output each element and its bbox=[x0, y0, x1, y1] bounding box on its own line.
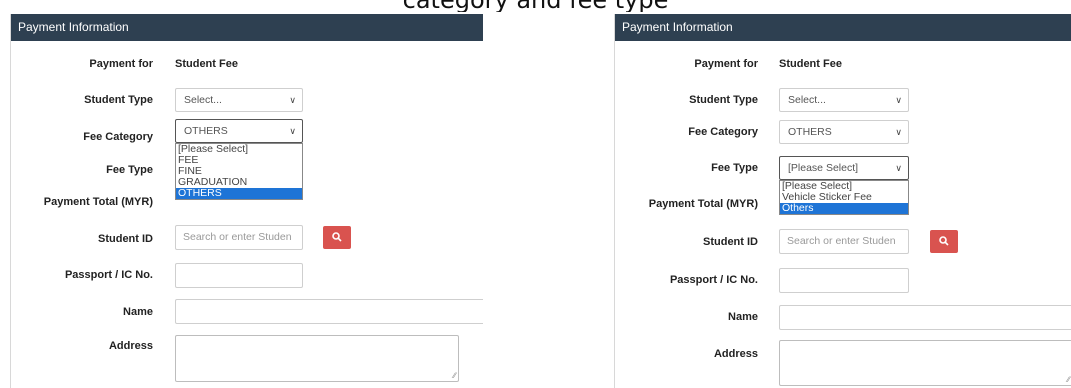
passport-input[interactable] bbox=[779, 268, 909, 293]
passport-input[interactable] bbox=[175, 263, 303, 288]
name-input[interactable] bbox=[779, 305, 1071, 330]
fee-category-select[interactable]: OTHERS ∨ bbox=[175, 119, 303, 143]
fee-category-label: Fee Category bbox=[688, 126, 758, 138]
student-type-label: Student Type bbox=[84, 94, 153, 106]
chevron-down-icon: ∨ bbox=[289, 95, 296, 105]
payment-for-value: Student Fee bbox=[779, 58, 842, 70]
fee-category-value: OTHERS bbox=[184, 125, 228, 137]
fee-type-value: [Please Select] bbox=[788, 162, 859, 174]
search-button[interactable] bbox=[323, 226, 351, 249]
fee-category-label: Fee Category bbox=[83, 131, 153, 143]
student-id-label: Student ID bbox=[703, 236, 758, 248]
name-label: Name bbox=[123, 306, 153, 318]
search-icon bbox=[332, 232, 342, 242]
passport-label: Passport / IC No. bbox=[669, 274, 758, 286]
fee-type-select[interactable]: [Please Select] ∨ bbox=[779, 156, 909, 180]
payment-for-label: Payment for bbox=[694, 58, 758, 70]
student-type-select[interactable]: Select... ∨ bbox=[175, 88, 303, 112]
payment-panel-left: Payment Information Payment for Student … bbox=[10, 14, 483, 388]
chevron-down-icon: ∨ bbox=[289, 126, 296, 136]
address-textarea[interactable]: ∕∕ bbox=[175, 335, 459, 382]
payment-panel-right: Payment Information Payment for Student … bbox=[614, 14, 1071, 388]
dropdown-option[interactable]: OTHERS bbox=[176, 188, 302, 199]
student-type-select[interactable]: Select... ∨ bbox=[779, 88, 909, 112]
passport-label: Passport / IC No. bbox=[64, 269, 153, 281]
student-id-input[interactable]: Search or enter Studen bbox=[175, 225, 303, 250]
caption-strip: category and fee type bbox=[0, 0, 1071, 12]
student-type-label: Student Type bbox=[689, 94, 758, 106]
resize-handle-icon[interactable]: ∕∕ bbox=[453, 372, 456, 380]
dropdown-option[interactable]: Others bbox=[780, 203, 908, 214]
name-label: Name bbox=[728, 311, 758, 323]
chevron-down-icon: ∨ bbox=[895, 95, 902, 105]
payment-total-label: Payment Total (MYR) bbox=[648, 198, 758, 210]
caption-text: category and fee type bbox=[0, 0, 1071, 12]
fee-category-value: OTHERS bbox=[788, 126, 832, 138]
name-input[interactable] bbox=[175, 299, 483, 324]
search-button[interactable] bbox=[930, 230, 958, 253]
address-label: Address bbox=[713, 348, 758, 360]
payment-for-label: Payment for bbox=[89, 58, 153, 70]
chevron-down-icon: ∨ bbox=[895, 163, 902, 173]
student-id-input[interactable]: Search or enter Studen bbox=[779, 229, 909, 254]
payment-total-label: Payment Total (MYR) bbox=[43, 196, 153, 208]
chevron-down-icon: ∨ bbox=[895, 127, 902, 137]
student-type-value: Select... bbox=[184, 94, 222, 106]
payment-for-value: Student Fee bbox=[175, 58, 238, 70]
search-icon bbox=[939, 236, 949, 246]
address-label: Address bbox=[108, 340, 153, 352]
fee-type-label: Fee Type bbox=[711, 162, 758, 174]
fee-type-label: Fee Type bbox=[106, 164, 153, 176]
fee-category-select[interactable]: OTHERS ∨ bbox=[779, 120, 909, 144]
student-id-label: Student ID bbox=[98, 233, 153, 245]
fee-type-dropdown: [Please Select] Vehicle Sticker Fee Others bbox=[779, 180, 909, 215]
panel-header: Payment Information bbox=[11, 14, 483, 41]
panel-header: Payment Information bbox=[615, 14, 1071, 41]
student-type-value: Select... bbox=[788, 94, 826, 106]
address-textarea[interactable]: ∕∕ bbox=[779, 340, 1071, 386]
resize-handle-icon[interactable]: ∕∕ bbox=[1067, 376, 1070, 384]
fee-category-dropdown: [Please Select] FEE FINE GRADUATION OTHERS bbox=[175, 143, 303, 200]
